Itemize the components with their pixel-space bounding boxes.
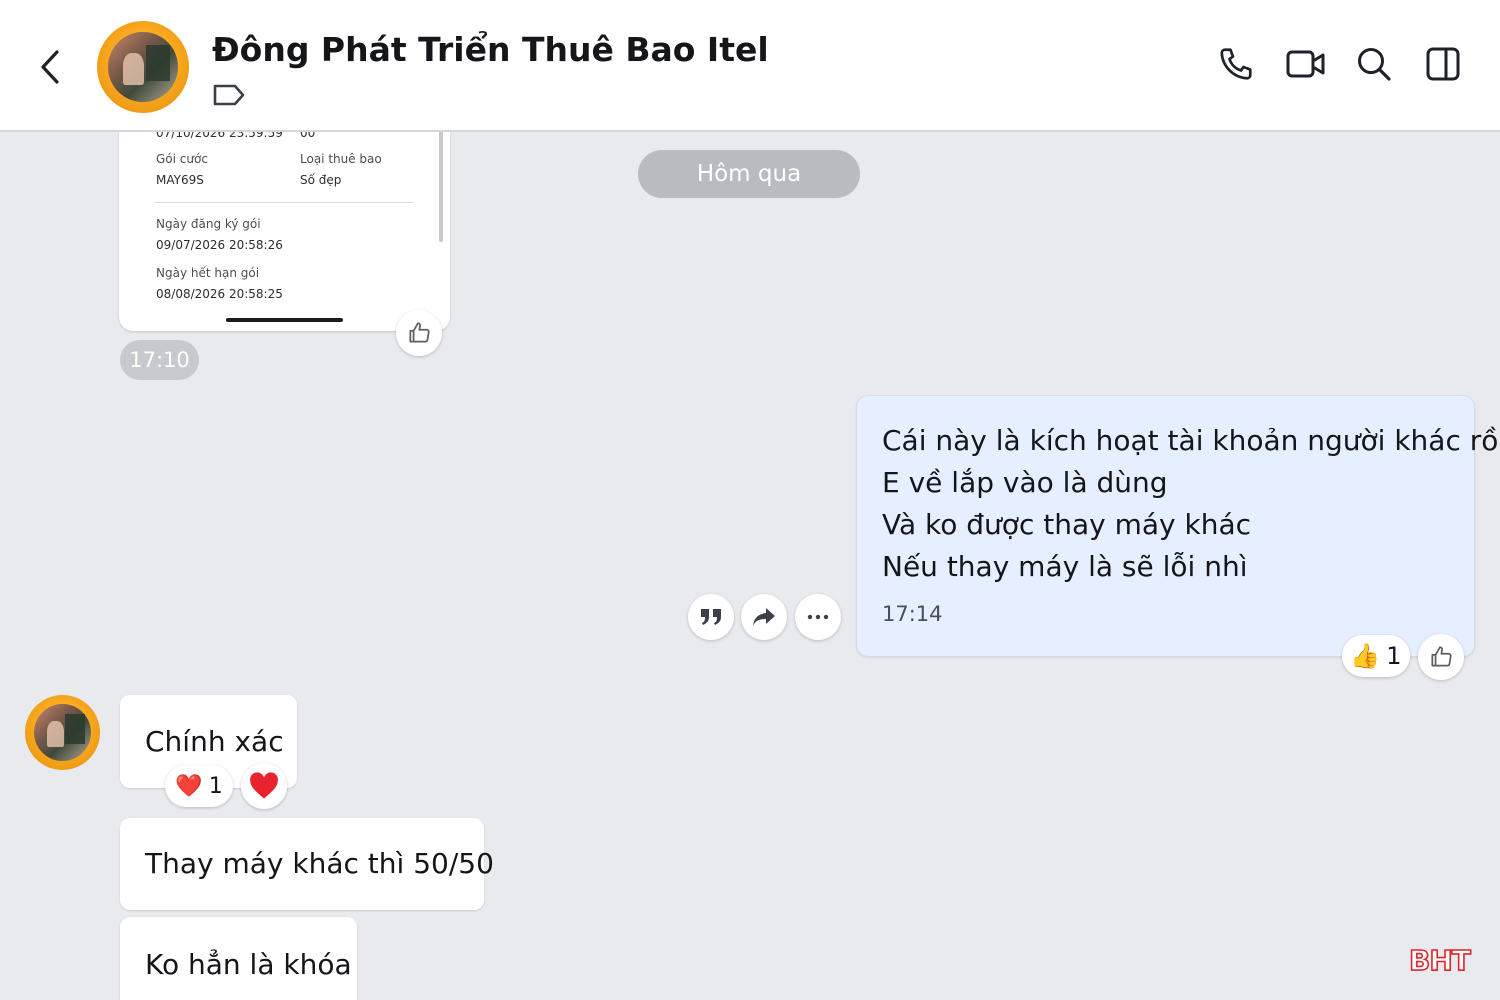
image-text: MAY69S bbox=[156, 173, 204, 187]
heart-icon bbox=[250, 772, 278, 799]
react-button[interactable] bbox=[396, 310, 442, 356]
search-button[interactable] bbox=[1354, 44, 1394, 84]
image-text: 08/08/2026 20:58:25 bbox=[156, 287, 283, 301]
message-text-line: E về lắp vào là dùng bbox=[882, 466, 1168, 499]
forward-button[interactable] bbox=[741, 594, 787, 640]
divider bbox=[155, 202, 413, 203]
phone-icon bbox=[1220, 48, 1252, 80]
video-call-icon bbox=[1286, 50, 1325, 78]
outgoing-message[interactable]: Cái này là kích hoạt tài khoản người khá… bbox=[856, 395, 1500, 657]
message-time: 17:14 bbox=[882, 602, 943, 626]
shared-image-message[interactable]: 07/10/2026 23:59:59 00 Gói cước MAY69S L… bbox=[119, 110, 450, 331]
heart-emoji-icon: ❤️ bbox=[175, 773, 203, 799]
forward-icon bbox=[753, 608, 775, 626]
sender-avatar[interactable] bbox=[25, 695, 100, 770]
conversation-info-button[interactable] bbox=[1423, 44, 1463, 84]
back-arrow-icon bbox=[41, 50, 59, 84]
quote-reply-button[interactable] bbox=[688, 594, 734, 640]
date-separator: Hôm qua bbox=[638, 150, 860, 198]
more-options-button[interactable] bbox=[795, 594, 841, 640]
image-text: Gói cước bbox=[156, 152, 208, 166]
image-text: Loại thuê bao bbox=[300, 152, 382, 166]
search-icon bbox=[1358, 48, 1391, 81]
more-icon bbox=[807, 614, 829, 620]
tag-icon[interactable] bbox=[212, 82, 246, 108]
message-text-line: Và ko được thay máy khác bbox=[882, 508, 1252, 541]
react-button[interactable] bbox=[241, 763, 287, 809]
image-text: 09/07/2026 20:58:26 bbox=[156, 238, 283, 252]
image-scrollbar bbox=[439, 130, 443, 242]
reaction-summary[interactable]: 👍 1 bbox=[1342, 635, 1410, 677]
incoming-message[interactable]: Thay máy khác thì 50/50 bbox=[120, 818, 494, 910]
thumbs-up-icon bbox=[1431, 646, 1452, 667]
reaction-summary[interactable]: ❤️ 1 bbox=[165, 765, 233, 807]
message-text-line: Cái này là kích hoạt tài khoản người khá… bbox=[882, 424, 1500, 457]
voice-call-button[interactable] bbox=[1216, 44, 1256, 84]
react-button[interactable] bbox=[1418, 634, 1464, 680]
reaction-count: 1 bbox=[1386, 642, 1402, 670]
message-text-line: Nếu thay máy là sẽ lỗi nhì bbox=[882, 550, 1248, 583]
back-button[interactable] bbox=[30, 40, 70, 94]
home-indicator bbox=[226, 318, 343, 322]
image-text: Ngày đăng ký gói bbox=[156, 217, 261, 231]
image-text: Ngày hết hạn gói bbox=[156, 266, 260, 280]
message-time: 17:10 bbox=[120, 340, 199, 380]
image-text: Số đẹp bbox=[300, 173, 342, 187]
thumbs-up-emoji-icon: 👍 bbox=[1350, 642, 1381, 670]
sidebar-panel-icon bbox=[1426, 47, 1460, 81]
chat-header: Đông Phát Triển Thuê Bao Itel bbox=[0, 0, 1500, 132]
thumbs-up-icon bbox=[409, 322, 430, 343]
group-avatar[interactable] bbox=[97, 21, 189, 113]
watermark-logo: BHT bbox=[1408, 943, 1471, 978]
reaction-count: 1 bbox=[208, 773, 223, 799]
video-call-button[interactable] bbox=[1285, 44, 1327, 84]
incoming-message[interactable]: Ko hẳn là khóa bbox=[120, 917, 357, 1000]
chat-title[interactable]: Đông Phát Triển Thuê Bao Itel bbox=[212, 30, 769, 69]
quote-icon bbox=[701, 609, 721, 625]
